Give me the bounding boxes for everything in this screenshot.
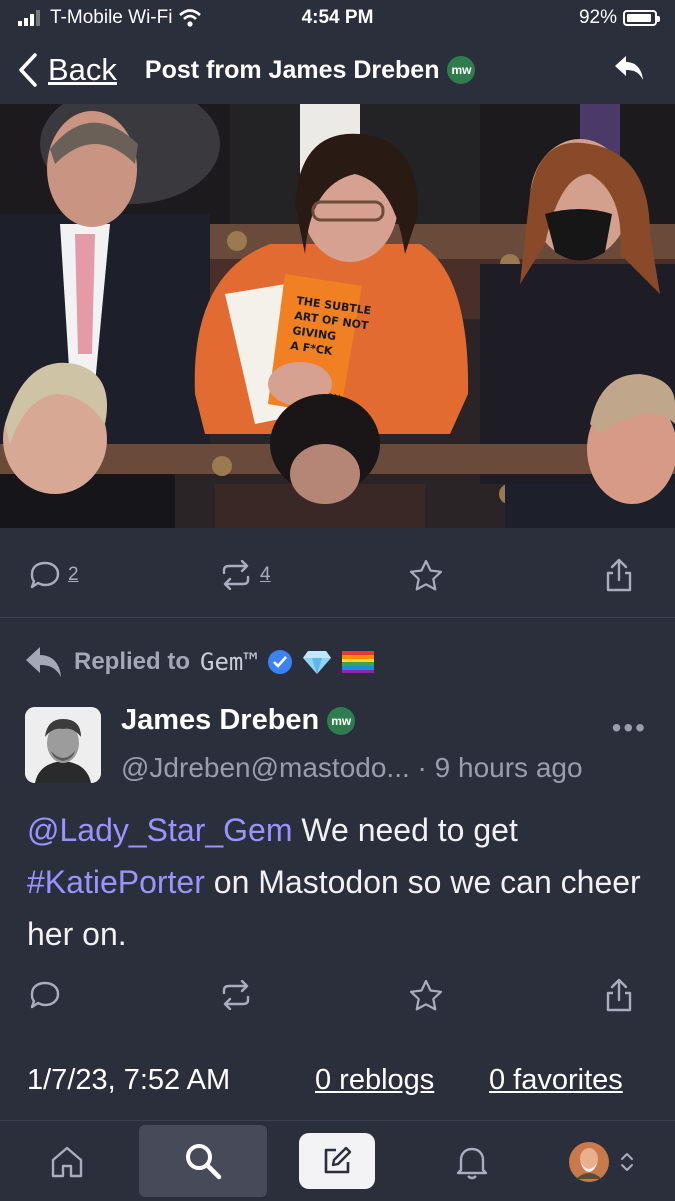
chevron-left-icon (19, 53, 37, 87)
photo-illustration: THE SUBTLE ART OF NOT GIVING A F*CK MANS… (0, 104, 675, 528)
page-title-text: Post from James Dreben (144, 55, 440, 84)
boost-action[interactable]: 4 (218, 560, 271, 590)
chevron-updown-icon (621, 1153, 633, 1171)
replied-label: Replied to (74, 648, 191, 675)
favorites-link[interactable]: 0 favorites (489, 1064, 623, 1097)
post-image[interactable]: THE SUBTLE ART OF NOT GIVING A F*CK MANS… (0, 104, 675, 528)
reply-bubble-icon (30, 981, 60, 1009)
gem-emoji-icon (302, 651, 331, 674)
replied-name: Gem™ (200, 648, 258, 676)
author-name-text: James Dreben (121, 704, 320, 736)
share-icon (606, 558, 632, 592)
author-avatar[interactable] (25, 707, 101, 783)
navigation-bar: Back Post from James Dreben mw (0, 36, 675, 104)
tab-search[interactable] (139, 1125, 267, 1197)
tab-home[interactable] (35, 1131, 99, 1193)
wifi-icon (179, 9, 202, 27)
avatar-icon (569, 1142, 609, 1182)
boost-action[interactable] (218, 980, 254, 1010)
boost-icon (222, 560, 250, 590)
share-action[interactable] (604, 978, 634, 1012)
post-meta: 1/7/23, 7:52 AM 0 reblogs 0 favorites (0, 1056, 675, 1110)
reply-count: 2 (68, 564, 79, 585)
replied-to-row[interactable]: Replied to Gem™ (24, 645, 374, 679)
tab-notifications[interactable] (440, 1131, 504, 1193)
star-icon (409, 979, 443, 1011)
mw-emoji-icon: mw (447, 56, 476, 84)
bell-icon (456, 1147, 488, 1180)
main-post-actions: 2 4 (0, 545, 675, 605)
post-text-part: We need to get (292, 812, 518, 848)
author-name[interactable]: James Dreben mw (121, 704, 356, 737)
boost-icon (222, 980, 250, 1010)
divider (0, 617, 675, 618)
back-label: Back (48, 52, 117, 87)
rainbow-flag-icon (341, 651, 374, 673)
share-action[interactable] (604, 558, 634, 592)
reply-bubble-icon (30, 561, 60, 589)
mw-emoji-icon: mw (327, 706, 356, 735)
carrier-label: T-Mobile Wi-Fi (50, 7, 173, 28)
mention-link[interactable]: @Lady_Star_Gem (27, 812, 293, 848)
boost-count: 4 (260, 564, 271, 585)
reply-action[interactable] (28, 980, 62, 1010)
reply-icon (26, 647, 61, 677)
favorite-action[interactable] (409, 979, 443, 1011)
author-handle-row: @Jdreben@mastodo... · 9 hours ago (121, 752, 583, 784)
battery-percent: 92% (578, 7, 617, 28)
post-content: @Lady_Star_Gem We need to get #KatiePort… (27, 804, 647, 960)
reblogs-link[interactable]: 0 reblogs (315, 1064, 434, 1097)
tab-profile[interactable] (556, 1131, 646, 1193)
back-button[interactable]: Back (18, 52, 117, 88)
post-time-ago: · 9 hours ago (417, 752, 583, 783)
favorite-action[interactable] (409, 559, 443, 591)
reply-action[interactable]: 2 (28, 560, 79, 590)
signal-icon (18, 10, 40, 26)
reply-post-actions (0, 965, 675, 1025)
post-date: 1/7/23, 7:52 AM (27, 1064, 231, 1096)
hashtag-link[interactable]: #KatiePorter (27, 864, 205, 900)
home-icon (51, 1146, 83, 1178)
tab-compose[interactable] (299, 1133, 375, 1189)
reply-button[interactable] (613, 54, 645, 87)
tab-bar (0, 1120, 675, 1201)
author-handle[interactable]: @Jdreben@mastodo... (121, 752, 410, 783)
page-title: Post from James Dreben mw (145, 56, 476, 85)
battery-icon (623, 10, 660, 26)
more-icon[interactable]: ••• (612, 712, 647, 744)
status-bar: T-Mobile Wi-Fi 4:54 PM 92% (0, 0, 675, 36)
verified-icon (267, 650, 292, 674)
reply-icon (615, 56, 643, 80)
compose-icon (324, 1146, 352, 1174)
star-icon (409, 559, 443, 591)
search-icon (186, 1144, 222, 1180)
share-icon (606, 978, 632, 1012)
